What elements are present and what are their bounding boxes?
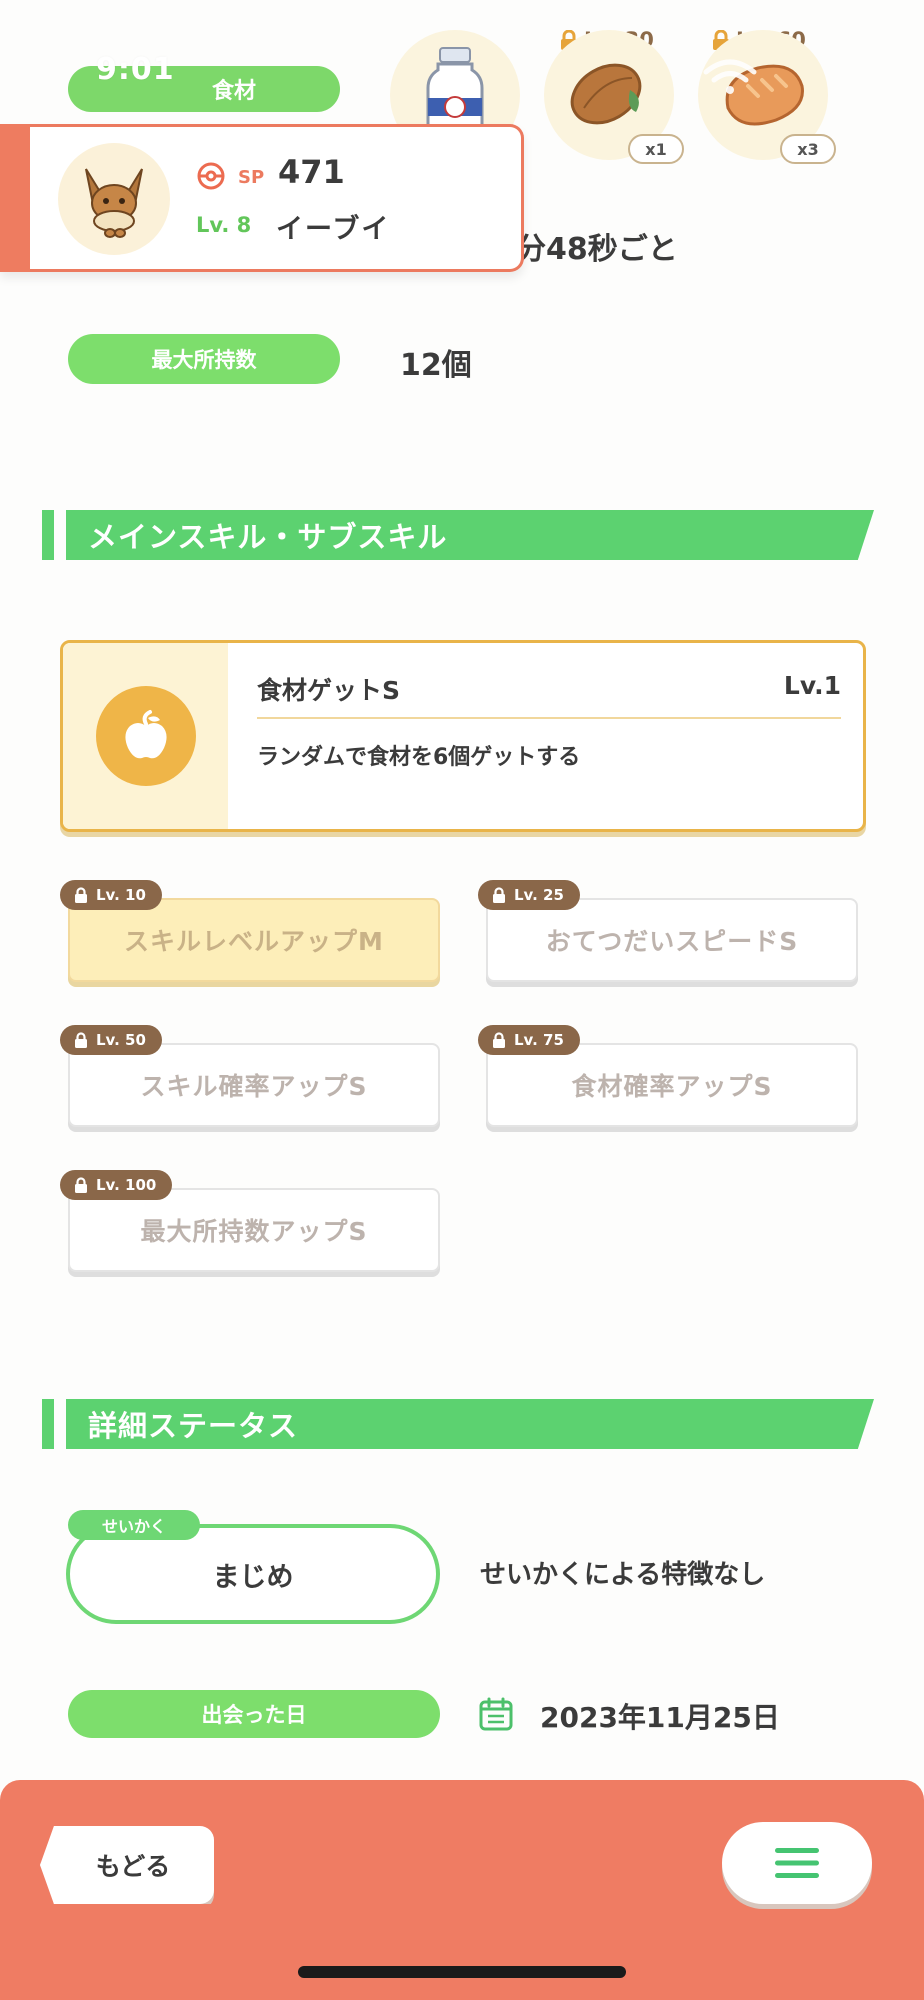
- skills-section-header: メインスキル・サブスキル: [66, 510, 874, 560]
- sub-skill-3-button[interactable]: スキル確率アップS: [68, 1043, 440, 1127]
- sub-skill-3-lock-tag: Lv. 50: [60, 1025, 162, 1055]
- sub-skill-2-lock-tag: Lv. 25: [478, 880, 580, 910]
- main-skill-divider: [257, 717, 841, 719]
- sub-skill-2-name: おてつだいスピードS: [545, 927, 799, 956]
- status-time: 9:01: [96, 52, 175, 87]
- qty-badge-bread: x3: [780, 134, 836, 164]
- sub-skill-5-button[interactable]: 最大所持数アップS: [68, 1188, 440, 1272]
- main-skill-name: 食材ゲットS: [257, 676, 401, 705]
- details-section-header: 詳細ステータス: [66, 1399, 874, 1449]
- met-date-value: 2023年11月25日: [540, 1701, 780, 1734]
- sub-skill-5-name: 最大所持数アップS: [140, 1217, 368, 1246]
- sub-skill-2-button[interactable]: おてつだいスピードS: [486, 898, 858, 982]
- home-indicator: [298, 1966, 626, 1978]
- hamburger-menu-icon: [775, 1848, 819, 1878]
- pokemon-name: イーブイ: [276, 214, 391, 245]
- lock-icon: [75, 1177, 87, 1193]
- sp-label: SP: [238, 167, 265, 188]
- sub-skill-1-button[interactable]: スキルレベルアップM: [68, 898, 440, 982]
- back-button[interactable]: もどる: [40, 1826, 214, 1904]
- nature-description: せいかくによる特徴なし: [480, 1560, 766, 1590]
- sub-skill-4-button[interactable]: 食材確率アップS: [486, 1043, 858, 1127]
- menu-button[interactable]: [722, 1822, 872, 1904]
- section-marker: [42, 510, 54, 560]
- ingredient-label: 食材: [211, 79, 256, 104]
- nature-tag: せいかく: [68, 1510, 200, 1540]
- calendar-icon: [479, 1697, 513, 1731]
- sub-skill-1-name: スキルレベルアップM: [124, 927, 384, 956]
- qty-badge-cacao: x1: [628, 134, 684, 164]
- section-marker: [42, 1399, 54, 1449]
- sub-skill-3-name: スキル確率アップS: [140, 1072, 368, 1101]
- pokeball-icon: [197, 162, 225, 190]
- max-hold-label: 最大所持数: [68, 334, 340, 384]
- pokemon-summary-card[interactable]: SP 471 Lv. 8 イーブイ: [0, 124, 524, 272]
- back-button-label: もどる: [95, 1852, 171, 1881]
- max-hold-value: 12個: [400, 348, 472, 383]
- sub-skill-4-name: 食材確率アップS: [571, 1072, 773, 1101]
- lock-icon: [75, 887, 87, 903]
- sub-skill-1-lock-tag: Lv. 10: [60, 880, 162, 910]
- met-date-label: 出会った日: [68, 1690, 440, 1738]
- eevee-icon: [85, 168, 143, 238]
- card-accent-stripe: [0, 124, 30, 272]
- pokemon-avatar: [58, 143, 170, 255]
- main-skill-icon-circle: [95, 686, 196, 786]
- lock-icon: [493, 1032, 505, 1048]
- sp-value: 471: [278, 153, 345, 191]
- pokemon-level: Lv. 8: [196, 213, 252, 237]
- wifi-icon: [703, 59, 757, 94]
- lock-icon: [75, 1032, 87, 1048]
- help-interval-text: 分48秒ごと: [516, 232, 678, 267]
- main-skill-card[interactable]: 食材ゲットS Lv.1 ランダムで食材を6個ゲットする: [60, 640, 866, 832]
- sub-skill-4-lock-tag: Lv. 75: [478, 1025, 580, 1055]
- main-skill-icon-panel: [63, 643, 228, 829]
- apple-icon: [124, 710, 167, 759]
- main-skill-description: ランダムで食材を6個ゲットする: [257, 745, 581, 770]
- lock-icon: [493, 887, 505, 903]
- main-skill-level: Lv.1: [783, 671, 841, 700]
- sub-skill-5-lock-tag: Lv. 100: [60, 1170, 173, 1200]
- nature-value: まじめ: [212, 1561, 294, 1593]
